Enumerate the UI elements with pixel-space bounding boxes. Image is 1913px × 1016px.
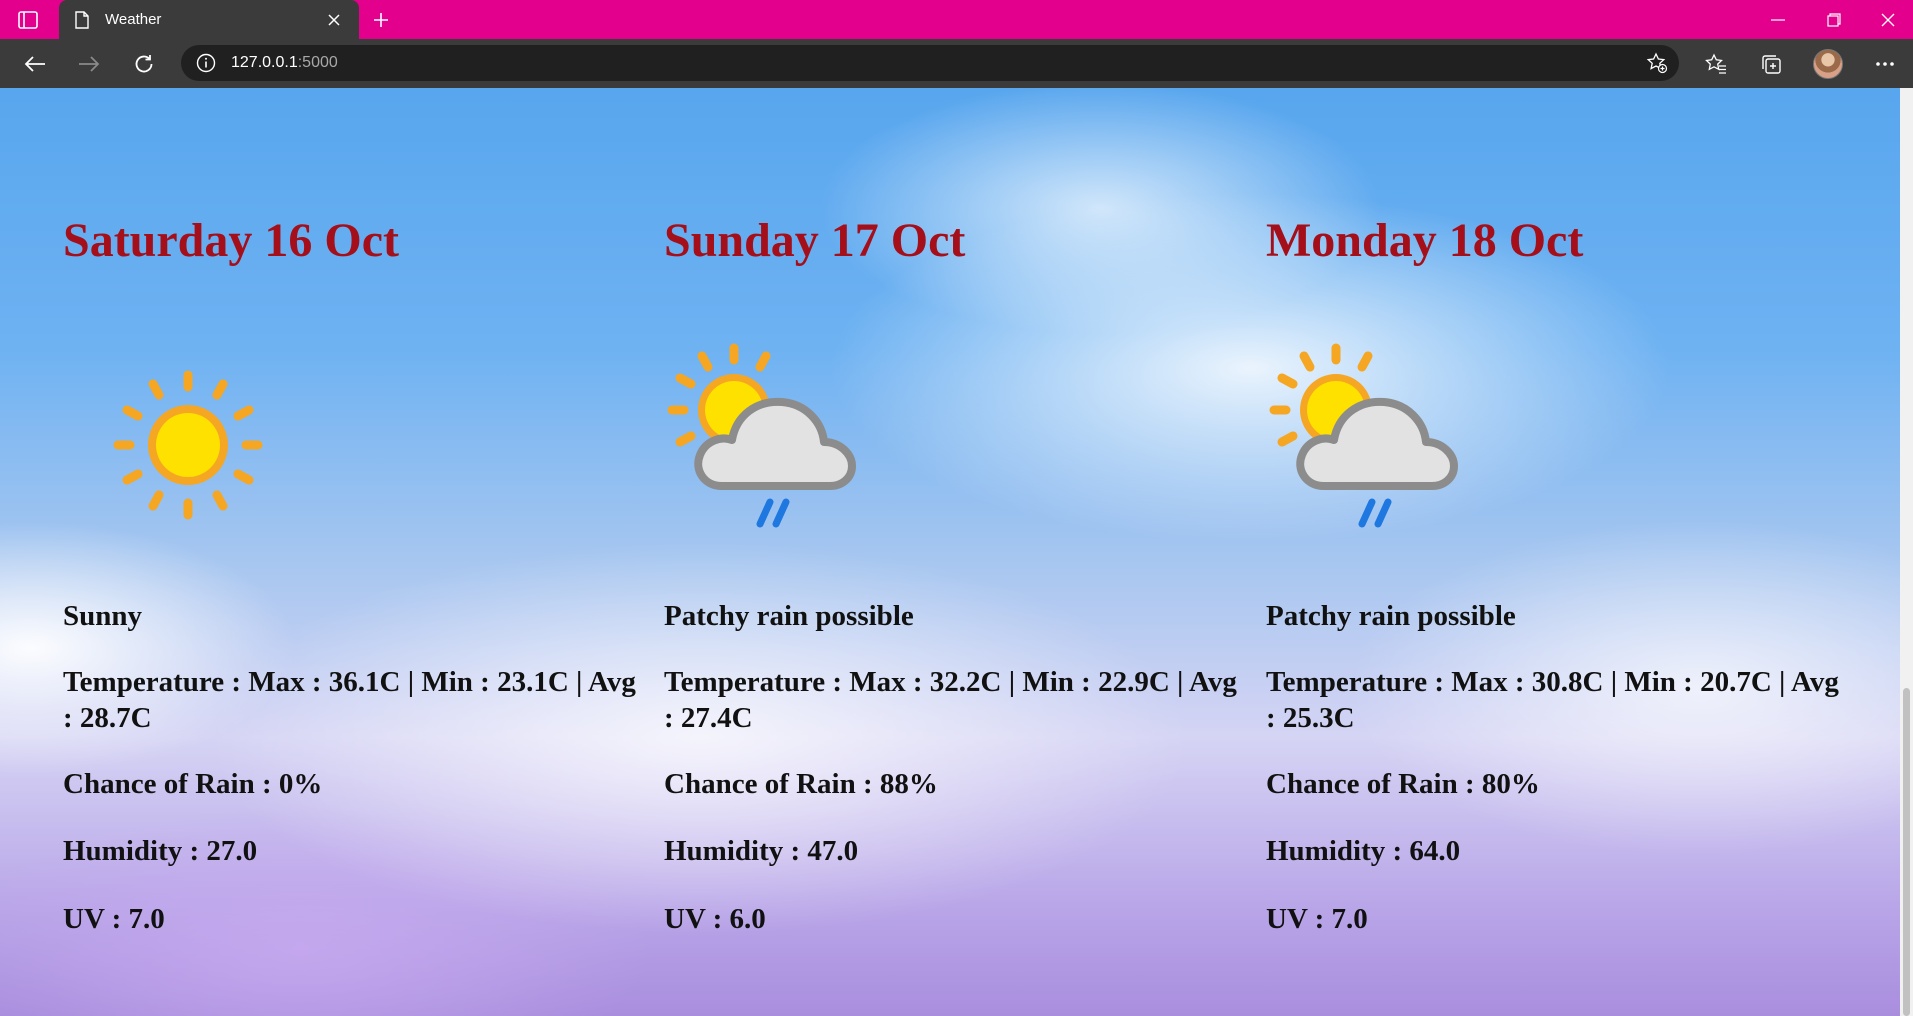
address-bar[interactable]: 127.0.0.1:5000 [181, 45, 1679, 81]
page-icon [73, 10, 91, 30]
url-text[interactable]: 127.0.0.1:5000 [231, 54, 338, 72]
avatar [1813, 49, 1843, 79]
new-tab-button[interactable] [368, 8, 394, 32]
day-title: Saturday 16 Oct [63, 214, 399, 267]
back-button[interactable] [18, 47, 52, 81]
patchy-rain-icon [1266, 338, 1506, 538]
humidity-text: Humidity : 27.0 [63, 835, 258, 867]
uv-text: UV : 6.0 [664, 903, 766, 935]
settings-more-icon[interactable] [1868, 47, 1902, 81]
vertical-scrollbar[interactable] [1900, 88, 1913, 1016]
temperature-text: Temperature : Max : 36.1C | Min : 23.1C … [63, 666, 636, 734]
day-title: Monday 18 Oct [1266, 214, 1584, 267]
temperature-text: Temperature : Max : 30.8C | Min : 20.7C … [1266, 666, 1839, 734]
condition-text: Patchy rain possible [664, 600, 914, 632]
site-info-icon[interactable] [195, 52, 217, 74]
restore-button[interactable] [1806, 0, 1862, 39]
add-favorite-icon[interactable] [1645, 51, 1669, 75]
minimize-button[interactable] [1750, 0, 1806, 39]
day-title: Sunday 17 Oct [664, 214, 966, 267]
rain-chance-text: Chance of Rain : 0% [63, 768, 323, 800]
refresh-button[interactable] [127, 47, 161, 81]
condition-text: Sunny [63, 600, 143, 632]
forecast-day-card: Monday 18 Oct Patchy rain possible Tempe… [1266, 88, 1846, 1016]
close-window-button[interactable] [1862, 0, 1913, 39]
browser-toolbar: 127.0.0.1:5000 [0, 39, 1913, 88]
humidity-text: Humidity : 64.0 [1266, 835, 1461, 867]
browser-titlebar: Weather [0, 0, 1913, 39]
scrollbar-thumb[interactable] [1903, 688, 1910, 1016]
humidity-text: Humidity : 47.0 [664, 835, 859, 867]
tab-actions-icon[interactable] [14, 8, 42, 32]
tab-title: Weather [105, 11, 162, 28]
favorites-icon[interactable] [1699, 47, 1733, 81]
page-viewport: Saturday 16 Oct Sunny Temperature: Max … [0, 88, 1900, 1016]
collections-icon[interactable] [1754, 47, 1788, 81]
forward-button[interactable] [72, 47, 106, 81]
rain-chance-text: Chance of Rain : 88% [664, 768, 938, 800]
forecast-day-card: Sunday 17 Oct Patchy rain possible Tempe… [664, 88, 1244, 1016]
close-tab-icon[interactable] [323, 9, 345, 31]
patchy-rain-icon [664, 338, 904, 538]
temperature-text: Temperature : Max : 32.2C | Min : 22.9C … [664, 666, 1237, 734]
uv-text: UV : 7.0 [63, 903, 165, 935]
uv-text: UV : 7.0 [1266, 903, 1368, 935]
forecast-day-card: Saturday 16 Oct Sunny Temperature: Max … [63, 88, 643, 1016]
condition-text: Patchy rain possible [1266, 600, 1516, 632]
browser-tab[interactable]: Weather [59, 0, 359, 39]
sun-icon [63, 350, 303, 550]
profile-button[interactable] [1811, 47, 1845, 81]
url-host: 127.0.0.1 [231, 54, 298, 71]
url-port: :5000 [297, 54, 338, 71]
rain-chance-text: Chance of Rain : 80% [1266, 768, 1540, 800]
